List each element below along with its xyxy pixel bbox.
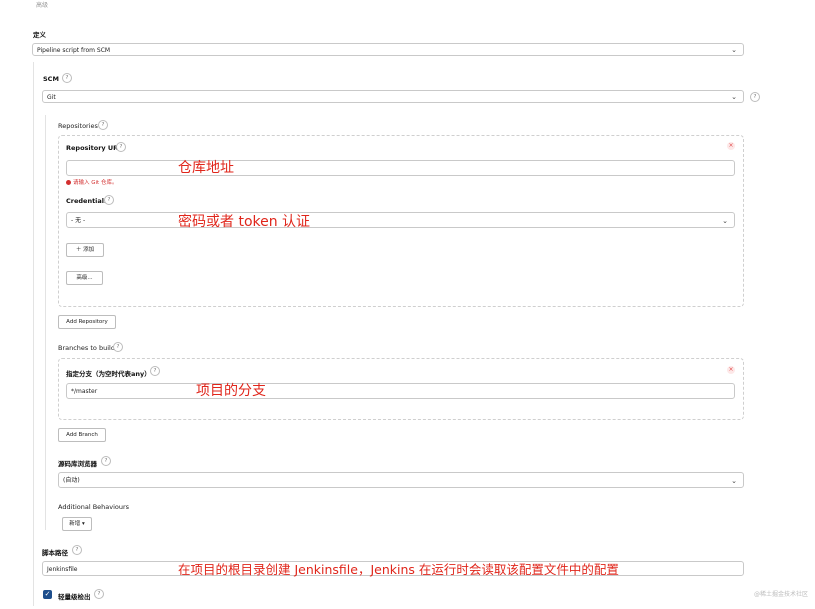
branches-help-icon[interactable]: ? bbox=[113, 342, 123, 352]
repositories-help-icon[interactable]: ? bbox=[98, 120, 108, 130]
definition-value: Pipeline script from SCM bbox=[37, 47, 111, 54]
credentials-help-icon[interactable]: ? bbox=[104, 195, 114, 205]
caret-down-icon: ▾ bbox=[80, 521, 85, 527]
script-path-label: 脚本路径 bbox=[42, 549, 68, 557]
error-icon bbox=[66, 180, 71, 185]
annotation-script: 在项目的根目录创建 Jenkinsfile，Jenkins 在运行时会读取该配置… bbox=[178, 562, 619, 577]
top-cut-label: 高级 bbox=[36, 2, 49, 9]
branch-specifier-help-icon[interactable]: ? bbox=[150, 366, 160, 376]
annotation-credentials: 密码或者 token 认证 bbox=[178, 214, 311, 230]
branches-label: Branches to build bbox=[58, 344, 115, 352]
section-indent-line bbox=[33, 62, 34, 606]
browser-select[interactable]: (自动) ⌄ bbox=[58, 472, 744, 488]
definition-label: 定义 bbox=[33, 31, 46, 39]
browser-label: 源码库浏览器 bbox=[58, 460, 97, 468]
branch-specifier-label: 指定分支（为空时代表any） bbox=[66, 370, 151, 378]
pipeline-config-page: 高级 定义 Pipeline script from SCM ⌄ SCM ? G… bbox=[0, 0, 815, 609]
add-credentials-button[interactable]: ＋ 添加 bbox=[66, 243, 104, 257]
repositories-label: Repositories bbox=[58, 122, 98, 130]
add-branch-button[interactable]: Add Branch bbox=[58, 428, 106, 442]
advanced-button[interactable]: 高级... bbox=[66, 271, 103, 285]
add-behaviour-button[interactable]: 新增 ▾ bbox=[62, 517, 92, 531]
credentials-select[interactable]: - 无 - ⌄ bbox=[66, 212, 735, 228]
scm-label: SCM bbox=[43, 75, 59, 83]
lightweight-label: 轻量级检出 bbox=[58, 593, 91, 601]
credentials-value: - 无 - bbox=[71, 217, 86, 224]
browser-value: (自动) bbox=[63, 477, 80, 484]
definition-select[interactable]: Pipeline script from SCM ⌄ bbox=[32, 43, 744, 56]
scm-select-help-icon[interactable]: ? bbox=[750, 92, 760, 102]
chevron-down-icon: ⌄ bbox=[731, 46, 737, 54]
add-repository-button[interactable]: Add Repository bbox=[58, 315, 116, 329]
add-credentials-label: 添加 bbox=[83, 247, 95, 253]
chevron-down-icon: ⌄ bbox=[722, 217, 728, 225]
credentials-label: Credentials bbox=[66, 197, 108, 205]
browser-help-icon[interactable]: ? bbox=[101, 456, 111, 466]
chevron-down-icon: ⌄ bbox=[731, 93, 737, 101]
annotation-branch: 项目的分支 bbox=[196, 383, 266, 399]
repository-url-label: Repository URL bbox=[66, 144, 123, 152]
lightweight-checkbox[interactable]: ✓ bbox=[43, 590, 52, 599]
script-path-help-icon[interactable]: ? bbox=[72, 545, 82, 555]
annotation-repo-url: 仓库地址 bbox=[178, 160, 234, 176]
add-behaviour-label: 新增 bbox=[69, 521, 81, 527]
branch-specifier-input[interactable]: */master bbox=[66, 383, 735, 399]
behaviours-label: Additional Behaviours bbox=[58, 503, 130, 511]
watermark: @稀土掘金技术社区 bbox=[754, 591, 809, 598]
scm-help-icon[interactable]: ? bbox=[62, 73, 72, 83]
repository-url-help-icon[interactable]: ? bbox=[116, 142, 126, 152]
scm-select[interactable]: Git ⌄ bbox=[42, 90, 744, 103]
repository-url-input[interactable] bbox=[66, 160, 735, 176]
scm-indent-line bbox=[45, 115, 46, 530]
close-icon[interactable]: × bbox=[727, 366, 735, 374]
close-icon[interactable]: × bbox=[727, 142, 735, 150]
scm-value: Git bbox=[47, 94, 56, 101]
repository-url-error: 请输入 Git 仓库。 bbox=[66, 178, 117, 186]
repository-url-error-text: 请输入 Git 仓库。 bbox=[73, 180, 118, 186]
chevron-down-icon: ⌄ bbox=[731, 477, 737, 485]
lightweight-help-icon[interactable]: ? bbox=[94, 589, 104, 599]
